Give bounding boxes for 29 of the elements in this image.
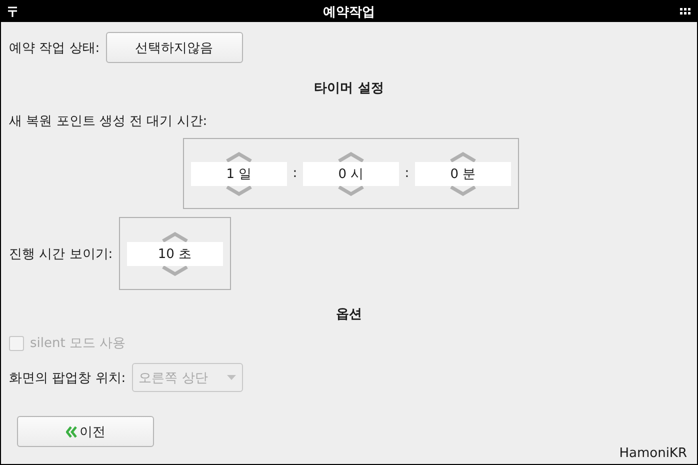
chevron-down-icon[interactable] <box>338 186 364 196</box>
colon-separator: : <box>404 166 410 181</box>
spin-field[interactable]: 1 일 <box>191 162 287 186</box>
progress-label: 진행 시간 보이기: <box>9 246 113 262</box>
section-heading: 옵션 <box>336 306 362 323</box>
chevron-down-icon[interactable] <box>450 186 476 196</box>
window-title: 예약작업 <box>323 4 375 20</box>
chevron-down-icon[interactable] <box>162 266 188 276</box>
chevron-up-icon[interactable] <box>226 152 252 162</box>
popup-position-label: 화면의 팝업창 위치: <box>9 370 126 386</box>
spin-field[interactable]: 0 분 <box>415 162 511 186</box>
menu-icon[interactable] <box>680 7 691 16</box>
chevron-down-icon[interactable] <box>226 186 252 196</box>
wait-label: 새 복원 포인트 생성 전 대기 시간: <box>9 113 208 130</box>
spin-field[interactable]: 0 시 <box>303 162 399 186</box>
chevron-up-icon[interactable] <box>162 232 188 242</box>
brand-label: HamoniKR <box>619 446 687 461</box>
colon-separator: : <box>292 166 298 181</box>
dropdown-caret-icon <box>226 375 236 380</box>
section-heading: 타이머 설정 <box>314 80 384 97</box>
checkbox-label: silent 모드 사용 <box>30 335 126 352</box>
status-button[interactable]: 선택하지않음 <box>106 32 243 63</box>
chevron-up-icon[interactable] <box>338 152 364 162</box>
back-button[interactable]: 이전 <box>17 416 154 447</box>
status-label: 예약 작업 상태: <box>9 40 100 56</box>
spin-field[interactable]: 10 초 <box>126 242 223 266</box>
chevron-up-icon[interactable] <box>450 152 476 162</box>
pin-icon[interactable] <box>7 6 18 17</box>
double-chevron-left-icon <box>66 426 78 438</box>
